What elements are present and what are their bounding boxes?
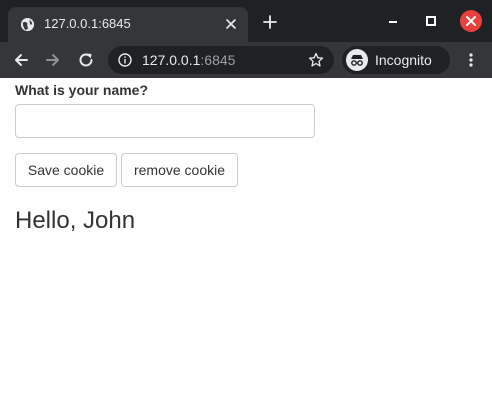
- info-icon[interactable]: [118, 53, 132, 67]
- save-cookie-button[interactable]: Save cookie: [15, 153, 117, 187]
- new-tab-icon[interactable]: [262, 14, 278, 30]
- incognito-label: Incognito: [375, 52, 432, 68]
- tab-title: 127.0.0.1:6845: [44, 16, 131, 31]
- forward-arrow-icon[interactable]: [44, 51, 62, 69]
- url-port: :6845: [200, 52, 236, 68]
- window-close-button[interactable]: [460, 10, 482, 32]
- url-host: 127.0.0.1: [142, 52, 201, 68]
- browser-window: 127.0.0.1:6845 127.0.0.1:6845 Incognito …: [0, 0, 492, 413]
- url-text: 127.0.0.1:6845: [142, 52, 235, 68]
- address-bar[interactable]: 127.0.0.1:6845: [108, 46, 334, 74]
- incognito-icon: [346, 49, 368, 71]
- tab-active[interactable]: 127.0.0.1:6845: [8, 7, 248, 42]
- close-tab-icon[interactable]: [224, 17, 238, 31]
- maximize-icon[interactable]: [424, 14, 438, 28]
- page-content: What is your name? Save cookie remove co…: [0, 78, 492, 413]
- tab-strip: 127.0.0.1:6845: [0, 0, 492, 42]
- name-input[interactable]: [15, 104, 315, 138]
- name-label: What is your name?: [15, 82, 149, 98]
- close-icon: [466, 16, 476, 26]
- browser-toolbar: 127.0.0.1:6845 Incognito: [0, 42, 492, 78]
- globe-icon: [20, 17, 35, 32]
- more-menu-icon[interactable]: [463, 52, 479, 68]
- minimize-icon[interactable]: [386, 14, 400, 28]
- greeting-text: Hello, John: [15, 207, 136, 234]
- reload-icon[interactable]: [77, 51, 95, 69]
- bookmark-star-icon[interactable]: [308, 52, 324, 68]
- incognito-profile-button[interactable]: Incognito: [342, 46, 450, 74]
- back-arrow-icon[interactable]: [12, 51, 30, 69]
- remove-cookie-button[interactable]: remove cookie: [121, 153, 238, 187]
